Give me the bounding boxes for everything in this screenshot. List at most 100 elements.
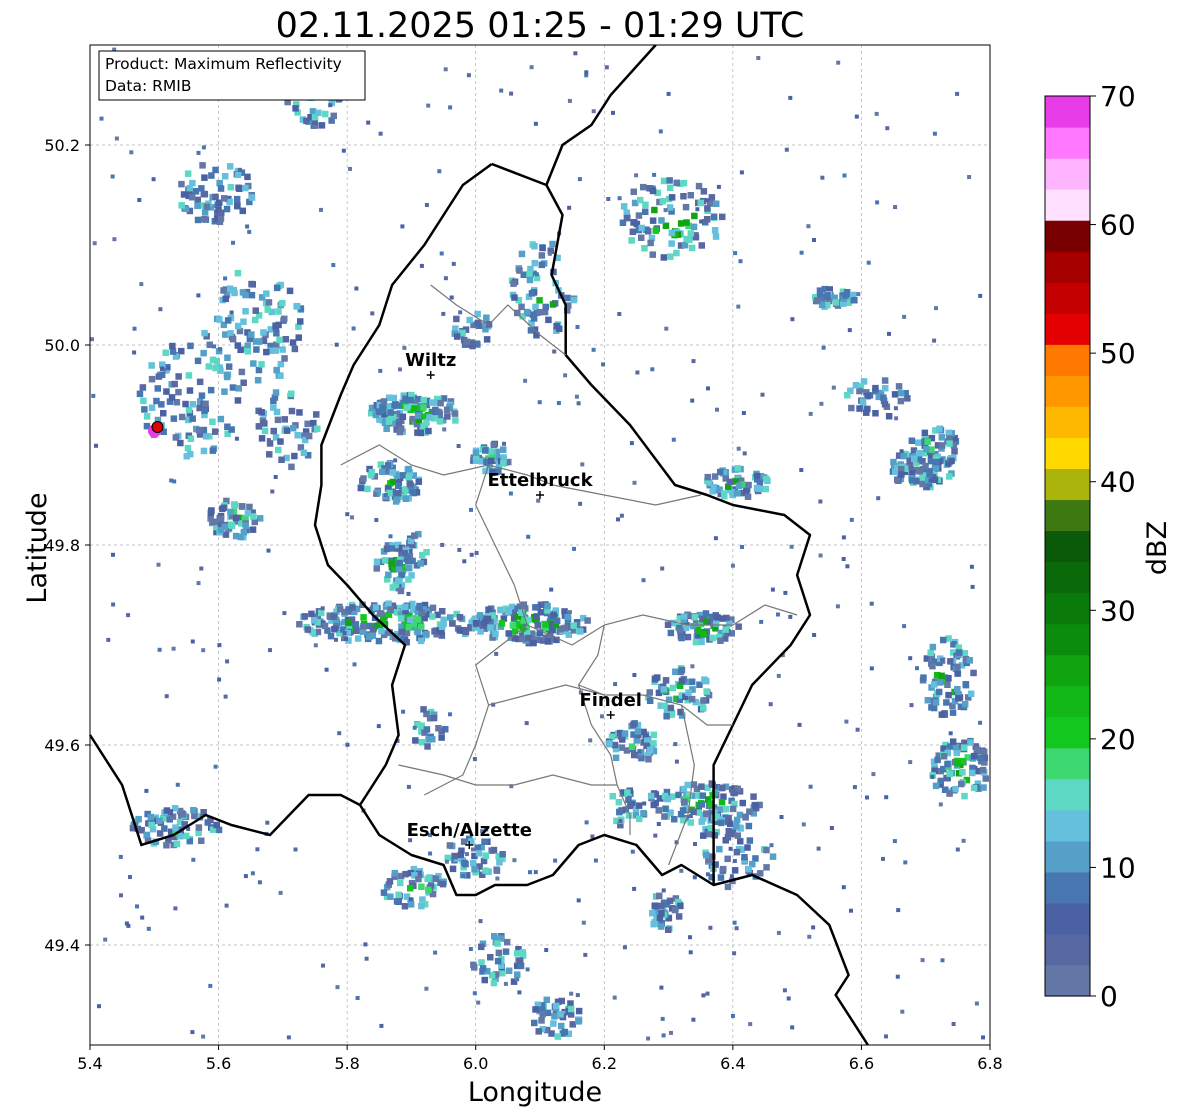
echo-cell: [630, 188, 637, 195]
echo-cell: [717, 468, 724, 476]
echo-cell: [194, 202, 201, 210]
echo-cell: [909, 469, 916, 477]
echo-speckle: [255, 847, 260, 852]
echo-speckle: [783, 590, 788, 595]
echo-cell: [700, 705, 707, 712]
echo-cell: [242, 308, 249, 315]
colorbar-segment: [1045, 96, 1090, 128]
echo-speckle: [612, 995, 617, 1000]
echo-cell: [228, 426, 235, 433]
echo-cell: [954, 663, 961, 671]
echo-cell: [387, 606, 394, 613]
echo-speckle: [128, 875, 132, 879]
echo-cell: [230, 501, 238, 508]
echo-speckle: [742, 451, 747, 456]
echo-speckle: [978, 293, 983, 298]
echo-speckle: [673, 742, 678, 747]
echo-speckle: [171, 646, 176, 651]
echo-speckle: [471, 847, 475, 852]
echo-cell: [709, 488, 716, 495]
colorbar-tick-label: 70: [1100, 80, 1136, 113]
colorbar-segment: [1045, 654, 1090, 687]
echo-cell: [148, 404, 156, 411]
echo-cell: [673, 249, 680, 257]
echo-cell: [856, 405, 863, 412]
echo-speckle: [632, 673, 637, 677]
echo-cell: [698, 638, 705, 646]
echo-cell: [469, 342, 476, 350]
echo-cell: [651, 902, 658, 910]
echo-cell: [688, 244, 696, 252]
echo-cell: [415, 875, 422, 883]
echo-speckle: [955, 847, 960, 852]
map-title: 02.11.2025 01:25 - 01:29 UTC: [276, 6, 805, 46]
echo-cell: [406, 480, 413, 487]
echo-cell: [530, 639, 537, 647]
echo-cell: [476, 612, 484, 619]
echo-cell: [634, 728, 642, 735]
echo-cell: [491, 933, 498, 940]
radar-site-dot: [151, 421, 164, 433]
echo-cell: [649, 909, 656, 917]
echo-cell: [175, 373, 182, 380]
x-tick-label: 5.4: [77, 1054, 102, 1073]
echo-cell: [712, 233, 720, 240]
echo-cell: [612, 754, 620, 761]
echo-cell: [373, 565, 380, 572]
echo-speckle: [354, 286, 359, 291]
echo-cell: [924, 438, 931, 445]
echo-speckle: [705, 872, 710, 877]
echo-speckle: [728, 846, 733, 851]
echo-cell: [703, 851, 710, 859]
echo-speckle: [196, 150, 201, 155]
echo-cell: [552, 1002, 560, 1010]
echo-cell: [511, 294, 518, 301]
echo-cell: [848, 404, 855, 412]
echo-speckle: [494, 651, 499, 656]
echo-speckle: [472, 757, 477, 761]
echo-speckle: [106, 637, 111, 642]
echo-cell: [932, 458, 940, 466]
echo-cell: [156, 817, 163, 824]
echo-speckle: [337, 731, 342, 736]
echo-speckle: [759, 619, 764, 624]
echo-cell: [691, 212, 698, 220]
echo-cell: [384, 462, 392, 469]
echo-speckle: [217, 643, 222, 648]
echo-speckle: [441, 311, 446, 316]
echo-cell: [934, 756, 941, 764]
echo-speckle: [265, 820, 270, 825]
echo-cell: [528, 290, 536, 297]
echo-speckle: [637, 749, 642, 754]
echo-cell: [685, 689, 692, 696]
echo-speckle: [903, 860, 908, 865]
echo-cell: [944, 760, 951, 768]
echo-cell: [289, 339, 297, 346]
echo-cell: [542, 303, 549, 311]
echo-speckle: [690, 398, 695, 403]
echo-cell: [753, 472, 761, 480]
echo-speckle: [902, 624, 907, 629]
colorbar-segment: [1045, 685, 1090, 718]
echo-speckle: [617, 196, 622, 201]
echo-cell: [549, 301, 557, 308]
echo-cell: [194, 196, 201, 204]
echo-cell: [265, 299, 273, 306]
echo-speckle: [900, 1009, 905, 1014]
echo-speckle: [847, 328, 852, 333]
echo-cell: [462, 628, 470, 636]
echo-cell: [218, 209, 225, 216]
colorbar-segment: [1045, 964, 1090, 997]
echo-cell: [386, 878, 394, 885]
echo-speckle: [629, 441, 634, 446]
echo-speckle: [374, 518, 379, 522]
colorbar-tick-label: 50: [1100, 337, 1136, 370]
echo-cell: [248, 291, 256, 299]
echo-cell: [661, 702, 668, 709]
echo-cell: [734, 832, 742, 839]
y-tick-label: 49.6: [44, 736, 80, 755]
echo-speckle: [273, 475, 278, 479]
echo-speckle: [734, 926, 739, 931]
echo-speckle: [406, 591, 411, 596]
echo-cell: [623, 214, 631, 222]
